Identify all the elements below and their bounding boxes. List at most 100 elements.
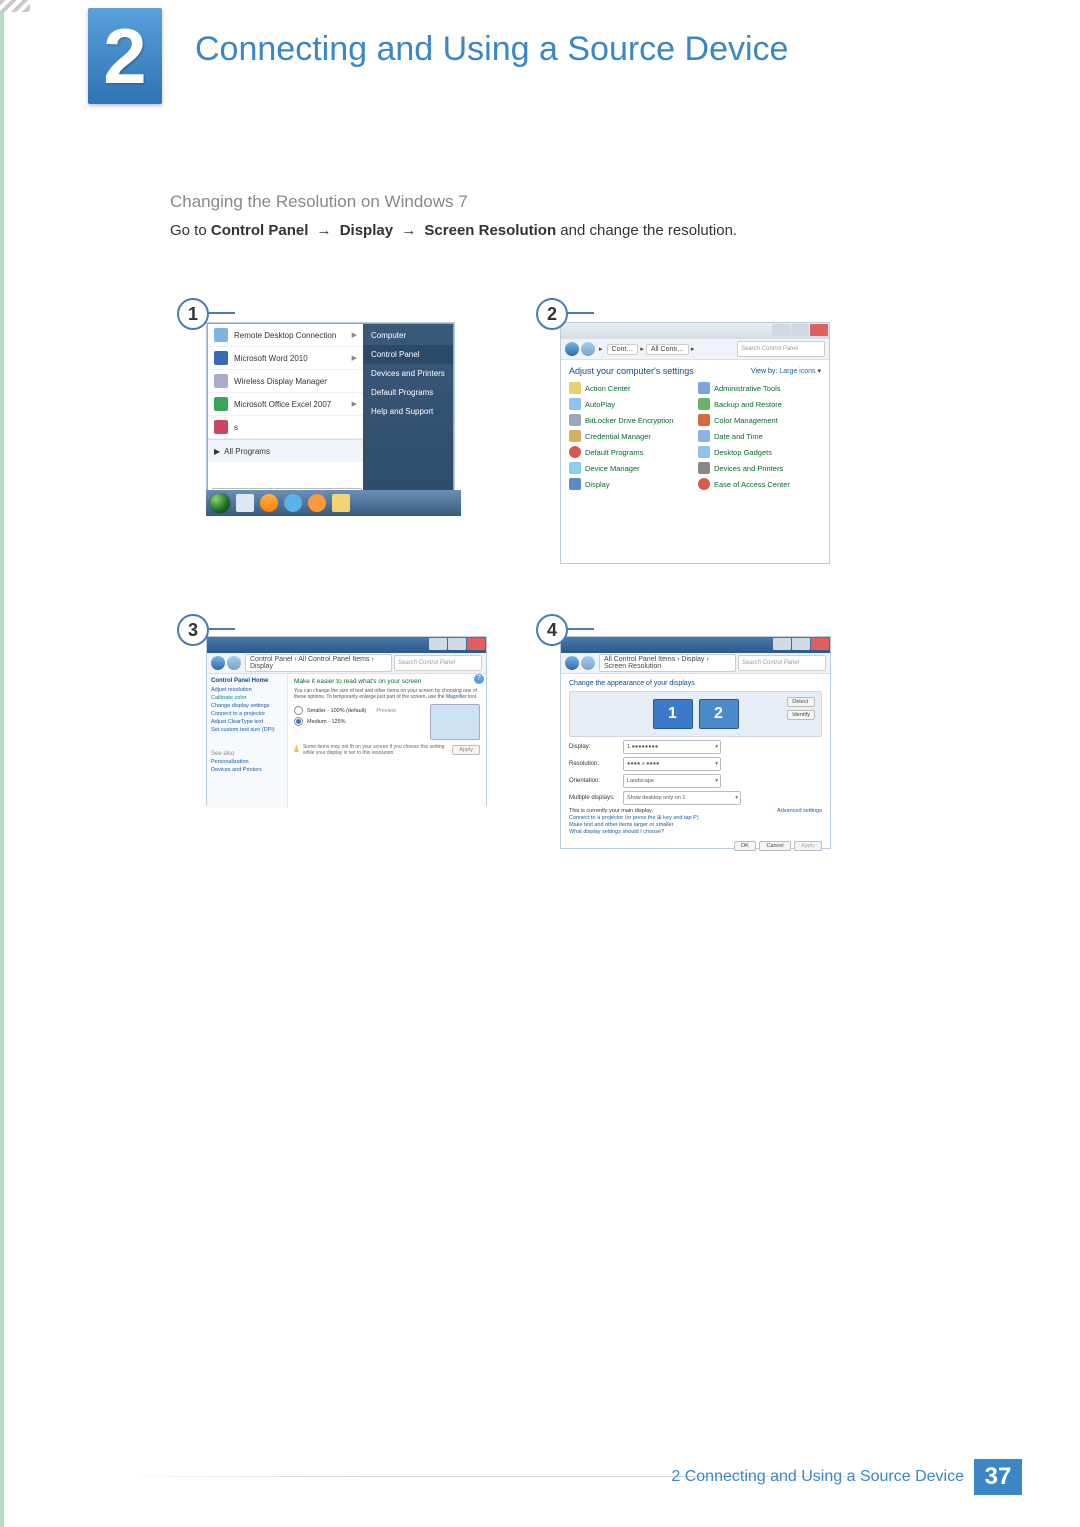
side-link[interactable]: Calibrate color: [211, 695, 283, 701]
cp-item[interactable]: Credential Manager: [569, 430, 692, 442]
cp-item[interactable]: AutoPlay: [569, 398, 692, 410]
text-size-link[interactable]: Make text and other items larger or smal…: [569, 822, 822, 828]
callout-3: 3: [177, 614, 209, 646]
cp-item-display[interactable]: Display: [569, 478, 692, 490]
start-right-item[interactable]: Help and Support: [363, 402, 453, 421]
cp-item[interactable]: Backup and Restore: [698, 398, 821, 410]
monitor-layout[interactable]: 1 2 Detect Identify: [569, 691, 822, 737]
start-item[interactable]: Microsoft Word 2010▶: [208, 347, 363, 370]
advanced-settings-link[interactable]: Advanced settings: [777, 808, 822, 814]
forward-button-icon[interactable]: [581, 656, 595, 670]
color-icon: [698, 414, 710, 426]
cp-item[interactable]: Default Programs: [569, 446, 692, 458]
start-item[interactable]: Wireless Display Manager: [208, 370, 363, 393]
forward-button-icon[interactable]: [581, 342, 595, 356]
cp-item[interactable]: Action Center: [569, 382, 692, 394]
display-select[interactable]: 1.●●●●●●●●: [623, 740, 721, 754]
magnifier-link[interactable]: Magnifier: [446, 694, 467, 700]
close-button[interactable]: [467, 638, 485, 650]
cp-item[interactable]: Device Manager: [569, 462, 692, 474]
orientation-select[interactable]: Landscape: [623, 774, 721, 788]
ie-icon[interactable]: [284, 494, 302, 512]
side-link[interactable]: Change display settings: [211, 703, 283, 709]
page-title: Connecting and Using a Source Device: [195, 30, 788, 69]
excel-icon: [214, 397, 228, 411]
backup-icon: [698, 398, 710, 410]
row-multiple: Multiple displays:Show desktop only on 1: [569, 791, 822, 805]
apply-button[interactable]: Apply: [452, 745, 480, 755]
cp-item[interactable]: Date and Time: [698, 430, 821, 442]
heading: Change the appearance of your displays: [569, 680, 822, 687]
breadcrumb[interactable]: All Control Panel Items › Display › Scre…: [599, 654, 736, 672]
start-item[interactable]: Microsoft Office Excel 2007▶: [208, 393, 363, 416]
minimize-button[interactable]: [773, 638, 791, 650]
back-button-icon[interactable]: [211, 656, 225, 670]
side-link[interactable]: Personalization: [211, 759, 283, 765]
maximize-button[interactable]: [792, 638, 810, 650]
cp-item[interactable]: Devices and Printers: [698, 462, 821, 474]
side-link[interactable]: Devices and Printers: [211, 767, 283, 773]
maximize-button[interactable]: [791, 324, 809, 336]
instr-display: Display: [340, 222, 393, 239]
all-programs[interactable]: ▶All Programs: [208, 439, 363, 462]
minimize-button[interactable]: [429, 638, 447, 650]
main-display-note: This is currently your main display. Adv…: [569, 808, 822, 814]
search-input[interactable]: Search Control Panel: [394, 655, 482, 671]
radio-icon: [294, 706, 303, 715]
multiple-select[interactable]: Show desktop only on 1: [623, 791, 741, 805]
explorer-icon[interactable]: [332, 494, 350, 512]
dialog-buttons: OK Cancel Apply: [569, 841, 822, 851]
start-right-item[interactable]: Computer: [363, 326, 453, 345]
close-button[interactable]: [810, 324, 828, 336]
callout-2: 2: [536, 298, 568, 330]
media-icon[interactable]: [308, 494, 326, 512]
side-link[interactable]: Connect to a projector: [211, 711, 283, 717]
breadcrumb[interactable]: Cont…: [607, 344, 639, 355]
start-orb-icon[interactable]: [210, 493, 230, 513]
radio-smaller[interactable]: Smaller - 100% (default) Preview: [294, 706, 430, 715]
detect-button[interactable]: Detect: [787, 697, 815, 707]
start-right-item[interactable]: Default Programs: [363, 383, 453, 402]
taskbar-icon[interactable]: [236, 494, 254, 512]
help-icon[interactable]: ?: [474, 674, 484, 684]
search-input[interactable]: Search Control Panel: [738, 655, 826, 671]
cp-item[interactable]: Color Management: [698, 414, 821, 426]
projector-link[interactable]: Connect to a projector (or press the ⊞ k…: [569, 815, 822, 821]
start-item[interactable]: Remote Desktop Connection▶: [208, 324, 363, 347]
cancel-button[interactable]: Cancel: [759, 841, 790, 851]
callout-line: [564, 628, 594, 630]
side-link[interactable]: Set custom text size (DPI): [211, 727, 283, 733]
cp-item[interactable]: Administrative Tools: [698, 382, 821, 394]
lock-icon: [569, 414, 581, 426]
minimize-button[interactable]: [772, 324, 790, 336]
maximize-button[interactable]: [448, 638, 466, 650]
breadcrumb[interactable]: Control Panel › All Control Panel Items …: [245, 654, 392, 672]
window-titlebar: [561, 637, 830, 653]
apply-button[interactable]: Apply: [794, 841, 822, 851]
firefox-icon[interactable]: [260, 494, 278, 512]
which-settings-link[interactable]: What display settings should I choose?: [569, 829, 822, 835]
back-button-icon[interactable]: [565, 656, 579, 670]
side-header: Control Panel Home: [211, 678, 283, 684]
monitor-1[interactable]: 1: [653, 699, 693, 729]
close-button[interactable]: [811, 638, 829, 650]
warning-row: Some items may not fit on your screen if…: [294, 744, 480, 756]
start-right-item-control-panel[interactable]: Control Panel: [363, 345, 453, 364]
breadcrumb[interactable]: All Conti…: [646, 344, 689, 355]
radio-medium[interactable]: Medium - 125%: [294, 717, 430, 726]
side-link[interactable]: Adjust resolution: [211, 687, 283, 693]
view-by-dropdown[interactable]: View by: Large icons: [751, 367, 821, 375]
back-button-icon[interactable]: [565, 342, 579, 356]
start-item[interactable]: s: [208, 416, 363, 439]
forward-button-icon[interactable]: [227, 656, 241, 670]
monitor-2[interactable]: 2: [699, 699, 739, 729]
cp-item[interactable]: Ease of Access Center: [698, 478, 821, 490]
start-right-item[interactable]: Devices and Printers: [363, 364, 453, 383]
side-link[interactable]: Adjust ClearType text: [211, 719, 283, 725]
cp-item[interactable]: BitLocker Drive Encryption: [569, 414, 692, 426]
cp-item[interactable]: Desktop Gadgets: [698, 446, 821, 458]
search-input[interactable]: Search Control Panel: [737, 341, 825, 357]
resolution-select[interactable]: ●●●● x ●●●●: [623, 757, 721, 771]
ok-button[interactable]: OK: [734, 841, 756, 851]
identify-button[interactable]: Identify: [787, 710, 815, 720]
